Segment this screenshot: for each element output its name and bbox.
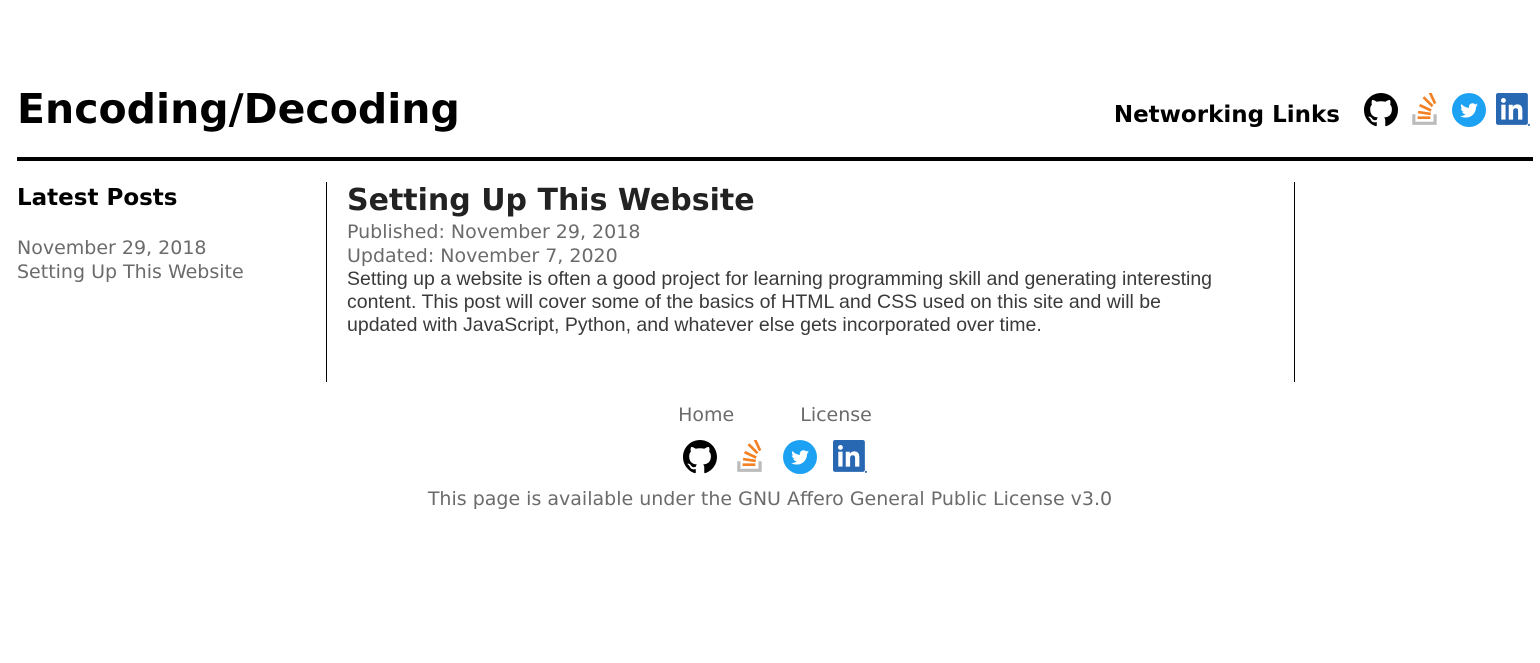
footer: Home License This page is available unde… [0,402,1540,512]
linkedin-icon[interactable] [1496,93,1530,127]
networking-links-label: Networking Links [1113,102,1340,128]
post-published-date: Published: November 29, 2018 [347,221,641,243]
header-divider [17,157,1533,161]
sidebar-divider [326,182,327,382]
footer-home-link[interactable]: Home [678,402,734,428]
linkedin-icon[interactable] [833,440,867,474]
github-icon[interactable] [683,440,717,474]
twitter-icon[interactable] [783,440,817,474]
footer-nav: Home License [10,402,1540,428]
networking-links: Networking Links [1114,90,1530,130]
post-title: Setting Up This Website [347,183,755,218]
sidebar-post-link[interactable]: Setting Up This Website [17,260,317,284]
twitter-icon[interactable] [1452,93,1486,127]
sidebar: Latest Posts November 29, 2018 Setting U… [17,182,317,284]
stackoverflow-icon[interactable] [733,438,767,474]
site-title[interactable]: Encoding/Decoding [17,84,460,134]
sidebar-post-date: November 29, 2018 [17,237,207,259]
post-body: Setting up a website is often a good pro… [347,268,1213,336]
footer-license-link[interactable]: License [800,402,872,428]
github-icon[interactable] [1364,93,1398,127]
stackoverflow-icon[interactable] [1408,91,1442,127]
sidebar-heading: Latest Posts [17,185,178,211]
page: Encoding/Decoding Networking Links Lates… [0,0,1540,663]
article-divider [1294,182,1295,382]
footer-social-icons [10,438,1540,474]
article: Setting Up This Website Published: Novem… [347,182,1247,337]
post-updated-date: Updated: November 7, 2020 [347,245,618,267]
footer-license-text: This page is available under the GNU Aff… [427,488,1113,510]
